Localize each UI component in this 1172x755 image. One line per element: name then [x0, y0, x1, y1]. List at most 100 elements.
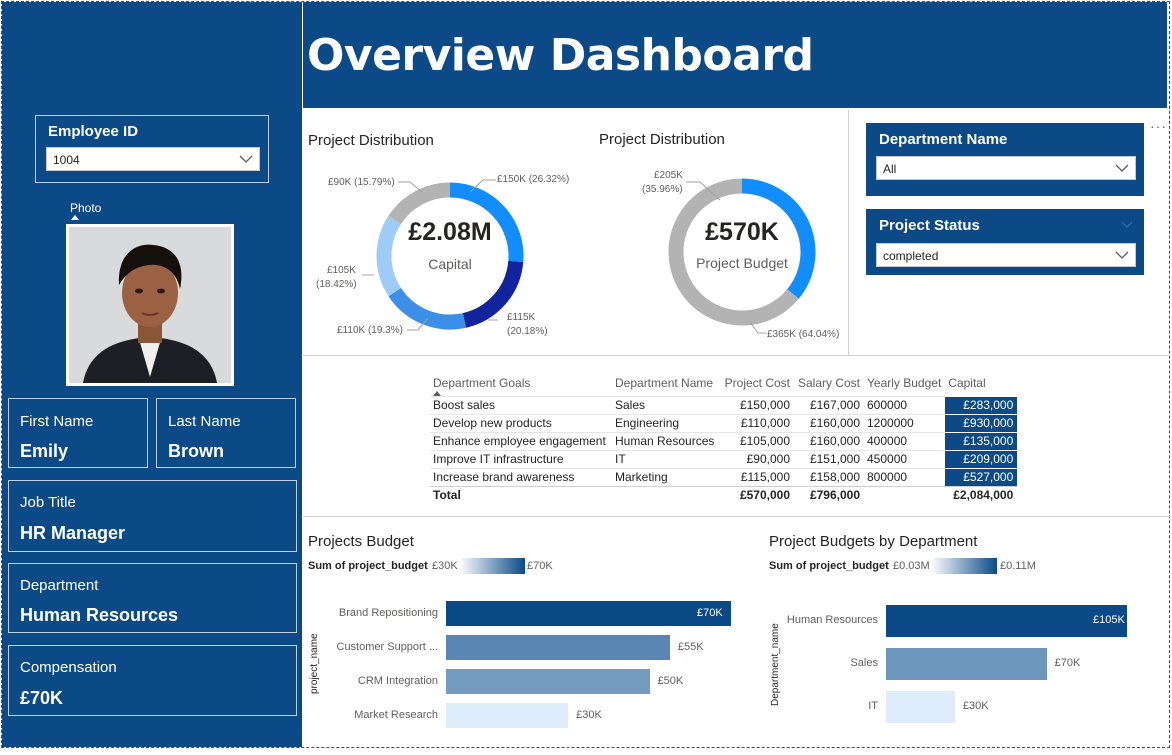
total-yearly-budget	[864, 486, 946, 504]
cell-goal: Boost sales	[430, 396, 612, 415]
status-slicer-title: Project Status	[879, 217, 980, 234]
bar[interactable]	[886, 648, 1047, 680]
bar-value-label: £70K	[1054, 657, 1081, 669]
employee-id-slicer[interactable]: Employee ID 1004	[35, 115, 269, 183]
job-title-value: HR Manager	[20, 523, 126, 543]
column-header-yearly-budget[interactable]: Yearly Budget	[864, 373, 945, 397]
table-row[interactable]: Increase brand awareness Marketing £115,…	[430, 468, 1018, 487]
cell-capital: £209,000	[945, 450, 1018, 469]
donut2-label-blue-pct: (35.96%)	[642, 184, 683, 195]
bar-category-label: Human Resources	[786, 614, 878, 626]
table-total-row: Total £570,000 £796,000 £2,084,000	[430, 486, 1018, 504]
cell-yearly-budget: 600000	[864, 396, 946, 415]
job-title-label: Job Title	[20, 494, 76, 511]
cell-salary-cost: £167,000	[794, 396, 864, 415]
status-dropdown[interactable]: completed	[876, 243, 1136, 267]
cell-yearly-budget: 1200000	[864, 414, 946, 433]
more-options-icon[interactable]: ···	[1150, 118, 1167, 134]
donut1-title: Project Distribution	[308, 132, 434, 149]
bar[interactable]	[886, 691, 955, 723]
department-matrix-table: Department Goals Department Name Project…	[430, 373, 1018, 504]
cell-salary-cost: £160,000	[794, 414, 864, 433]
photo-label: Photo	[70, 201, 102, 215]
table-row[interactable]: Develop new products Engineering £110,00…	[430, 414, 1018, 433]
bar-category-label: CRM Integration	[357, 674, 438, 687]
total-project-cost: £570,000	[721, 486, 794, 504]
department-value: Human Resources	[20, 605, 179, 625]
bar-value-label: £105K	[1093, 614, 1125, 626]
cell-yearly-budget: 400000	[864, 432, 946, 451]
bar[interactable]	[446, 703, 569, 728]
cell-capital: £135,000	[945, 432, 1018, 451]
compensation-value: £70K	[20, 688, 64, 708]
bar1-legend-gradient	[459, 558, 525, 574]
last-name-card: Last Name Brown	[156, 398, 296, 468]
donut1-label-gray: £90K (15.79%)	[328, 177, 395, 188]
job-title-card: Job Title HR Manager	[8, 480, 297, 552]
cell-department: Engineering	[612, 414, 721, 433]
donut1-label-midblue: £110K (19.3%)	[337, 325, 403, 336]
project-status-slicer[interactable]: Project Status completed	[866, 209, 1144, 275]
cell-goal: Enhance employee engagement	[430, 432, 612, 451]
bar2-legend-min: £0.03M	[893, 560, 930, 572]
status-dropdown-value: completed	[883, 249, 939, 263]
donut1-label-lightblue-value: £105K	[327, 265, 356, 276]
bar2-legend-max: £0.11M	[1000, 560, 1036, 572]
total-salary-cost: £796,000	[794, 486, 864, 504]
table-row[interactable]: Enhance employee engagement Human Resour…	[430, 432, 1018, 451]
column-header-goals[interactable]: Department Goals	[430, 373, 612, 397]
chevron-down-icon	[1115, 251, 1129, 259]
column-header-department[interactable]: Department Name	[612, 373, 721, 397]
sort-ascending-icon[interactable]	[433, 391, 441, 396]
department-label: Department	[20, 577, 99, 594]
bar-value-label: £50K	[657, 674, 684, 687]
department-name-slicer[interactable]: Department Name All	[866, 123, 1144, 196]
department-dropdown-value: All	[883, 162, 897, 176]
last-name-value: Brown	[168, 441, 224, 461]
table-row[interactable]: Boost sales Sales £150,000 £167,000 6000…	[430, 396, 1018, 415]
first-name-value: Emily	[20, 441, 69, 461]
employee-id-slicer-title: Employee ID	[48, 123, 139, 140]
cell-salary-cost: £158,000	[794, 468, 864, 487]
bar-category-label: Sales	[850, 657, 878, 669]
donut1-label-lightblue-pct: (18.42%)	[316, 279, 357, 290]
bar2-title: Project Budgets by Department	[769, 533, 978, 550]
department-dropdown[interactable]: All	[876, 156, 1136, 180]
column-header-project-cost[interactable]: Project Cost	[721, 373, 794, 397]
bar-value-label: £55K	[677, 640, 704, 653]
cell-department: Marketing	[612, 468, 721, 487]
cell-yearly-budget: 800000	[864, 468, 946, 487]
bar[interactable]	[446, 635, 670, 660]
cell-goal: Develop new products	[430, 414, 612, 433]
page-title: Overview Dashboard	[307, 30, 814, 81]
bar[interactable]	[446, 601, 731, 626]
cell-salary-cost: £151,000	[794, 450, 864, 469]
bar-value-label: £30K	[576, 708, 602, 721]
employee-photo	[66, 224, 234, 386]
divider	[303, 355, 1170, 356]
cell-project-cost: £115,000	[721, 468, 794, 487]
cell-goal: Increase brand awareness	[430, 468, 612, 487]
bar[interactable]	[446, 669, 650, 694]
bar1-title: Projects Budget	[308, 533, 414, 550]
total-label: Total	[430, 486, 612, 504]
bar[interactable]	[886, 605, 1127, 637]
donut1-label-navy-pct: (20.18%)	[507, 326, 548, 337]
first-name-label: First Name	[20, 413, 94, 430]
cell-salary-cost: £160,000	[794, 432, 864, 451]
column-header-capital[interactable]: Capital	[945, 373, 1017, 397]
bar-category-label: IT	[868, 700, 878, 712]
sort-caret-icon	[71, 215, 79, 220]
portrait-image	[69, 227, 231, 383]
cell-capital: £283,000	[945, 396, 1018, 415]
bar-category-label: Customer Support ...	[336, 640, 439, 653]
cell-department: Sales	[612, 396, 721, 415]
table-row[interactable]: Improve IT infrastructure IT £90,000 £15…	[430, 450, 1018, 469]
table-header-row: Department Goals Department Name Project…	[430, 373, 1017, 397]
column-header-salary-cost[interactable]: Salary Cost	[794, 373, 864, 397]
employee-id-value: 1004	[53, 153, 80, 167]
collapse-chevron-icon[interactable]	[1121, 221, 1133, 229]
cell-project-cost: £105,000	[721, 432, 794, 451]
donut2-title: Project Distribution	[599, 131, 725, 148]
employee-id-dropdown[interactable]: 1004	[46, 147, 260, 171]
